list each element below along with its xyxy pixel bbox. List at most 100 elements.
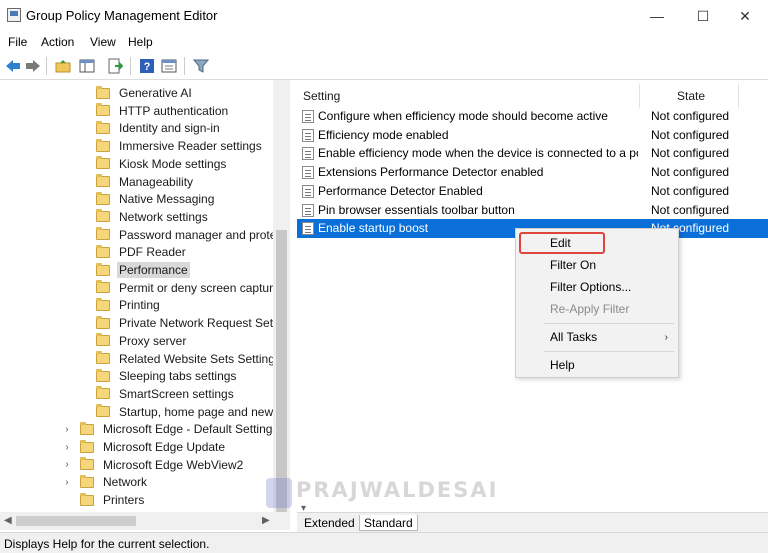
setting-row[interactable]: Pin browser essentials toolbar button Not…: [297, 201, 768, 220]
tree-item[interactable]: Permit or deny screen capture: [96, 279, 282, 297]
column-divider[interactable]: [639, 84, 640, 108]
tree-item[interactable]: PDF Reader: [96, 243, 188, 261]
policy-setting-icon: [302, 166, 314, 180]
tree-item[interactable]: Generative AI: [96, 84, 194, 102]
setting-state: Not configured: [651, 183, 730, 198]
tree-item-label: Microsoft Edge WebView2: [103, 457, 244, 472]
setting-row[interactable]: Configure when efficiency mode should be…: [297, 107, 768, 126]
show-hide-tree-icon[interactable]: [78, 57, 96, 75]
title-bar: Group Policy Management Editor — ☐ ✕: [0, 0, 768, 32]
tree-item-label: Microsoft Edge - Default Settings (: [103, 422, 286, 437]
scroll-left-icon[interactable]: ◀: [4, 515, 12, 526]
ctx-edit[interactable]: Edit: [516, 233, 678, 253]
context-menu: Edit Filter On Filter Options... Re-Appl…: [515, 228, 679, 378]
tree-item[interactable]: Related Website Sets Settings: [96, 350, 283, 368]
scroll-down-icon[interactable]: ▾: [301, 503, 306, 514]
toolbar: ?: [0, 52, 768, 80]
tree-horizontal-scroll-thumb[interactable]: [16, 516, 136, 526]
policy-setting-icon: [302, 203, 314, 217]
export-list-icon[interactable]: [106, 57, 124, 75]
tree-item[interactable]: Identity and sign-in: [96, 119, 222, 137]
expand-chevron-icon[interactable]: ›: [62, 459, 72, 470]
filter-icon[interactable]: [192, 57, 210, 75]
status-bar: Displays Help for the current selection.: [0, 532, 768, 553]
tree-item[interactable]: Performance: [96, 261, 190, 279]
ctx-help[interactable]: Help: [516, 355, 678, 375]
ctx-filter-options[interactable]: Filter Options...: [516, 277, 678, 297]
menu-view[interactable]: View: [90, 35, 116, 49]
tree-item-label: PDF Reader: [119, 245, 186, 260]
folder-icon: [96, 227, 110, 241]
folder-icon: [96, 120, 110, 134]
tree-item[interactable]: Proxy server: [96, 332, 188, 350]
watermark-text: PRAJWALDESAI: [296, 478, 499, 502]
scroll-right-icon[interactable]: ▶: [262, 515, 270, 526]
column-header-setting[interactable]: Setting: [303, 84, 340, 108]
tree-item[interactable]: › Microsoft Edge - Default Settings (: [62, 420, 288, 438]
expand-chevron-icon[interactable]: ›: [62, 477, 72, 488]
tree-item[interactable]: HTTP authentication: [96, 102, 230, 120]
menu-help[interactable]: Help: [128, 35, 153, 49]
folder-icon: [96, 85, 110, 99]
tree-item[interactable]: Native Messaging: [96, 190, 216, 208]
tree-item[interactable]: Private Network Request Settin: [96, 314, 288, 332]
policy-setting-icon: [302, 184, 314, 198]
policy-setting-icon: [302, 147, 314, 161]
folder-icon: [96, 209, 110, 223]
tree-item-label: Native Messaging: [119, 192, 215, 207]
maximize-button[interactable]: ☐: [680, 0, 726, 32]
tree-item[interactable]: › Network: [62, 473, 149, 491]
setting-row[interactable]: Efficiency mode enabled Not configured: [297, 126, 768, 145]
tree-item-label: Related Website Sets Settings: [119, 351, 281, 366]
tree-item[interactable]: Password manager and protect: [96, 226, 288, 244]
tree-item-label: HTTP authentication: [119, 103, 229, 118]
menu-file[interactable]: File: [8, 35, 27, 49]
up-folder-icon[interactable]: [54, 57, 72, 75]
folder-icon: [96, 103, 110, 117]
forward-icon[interactable]: [24, 57, 42, 75]
folder-icon: [96, 244, 110, 258]
setting-name: Performance Detector Enabled: [318, 183, 483, 198]
tree-item[interactable]: Network settings: [96, 208, 210, 226]
setting-state: Not configured: [651, 109, 730, 123]
column-divider[interactable]: [738, 84, 739, 108]
expand-chevron-icon[interactable]: ›: [62, 424, 72, 435]
tree-item[interactable]: Sleeping tabs settings: [96, 367, 238, 385]
folder-icon: [96, 297, 110, 311]
tree-item-label: Kiosk Mode settings: [119, 156, 227, 171]
setting-row[interactable]: Performance Detector Enabled Not configur…: [297, 182, 768, 201]
minimize-button[interactable]: —: [634, 0, 680, 32]
setting-row[interactable]: Extensions Performance Detector enabled N…: [297, 163, 768, 182]
tree-vertical-scrollbar[interactable]: [273, 80, 290, 515]
folder-icon: [96, 351, 110, 364]
expand-chevron-icon[interactable]: ›: [62, 442, 72, 453]
tree-item[interactable]: Printers: [62, 491, 146, 509]
tree-item[interactable]: Startup, home page and new ta: [96, 403, 288, 421]
tree-item[interactable]: Manageability: [96, 173, 195, 191]
close-button[interactable]: ✕: [722, 0, 768, 32]
column-header-state[interactable]: State: [677, 84, 705, 108]
tab-extended[interactable]: Extended: [300, 515, 359, 531]
tab-standard[interactable]: Standard: [359, 515, 418, 531]
tree-item[interactable]: › Microsoft Edge WebView2: [62, 456, 245, 474]
menu-action[interactable]: Action: [41, 35, 74, 49]
folder-icon: [80, 457, 94, 471]
properties-icon[interactable]: [160, 57, 178, 75]
tree-item[interactable]: › Microsoft Edge Update: [62, 438, 227, 456]
back-icon[interactable]: [4, 57, 22, 75]
tree-item[interactable]: Printing: [96, 296, 162, 314]
tree-vertical-scroll-thumb[interactable]: [276, 230, 287, 515]
folder-icon: [96, 191, 110, 205]
ctx-filter-on[interactable]: Filter On: [516, 255, 678, 275]
tree-item-label: Private Network Request Settin: [119, 316, 286, 331]
help-icon[interactable]: ?: [138, 57, 156, 75]
tree-item[interactable]: Immersive Reader settings: [96, 137, 264, 155]
tree-item-label: Permit or deny screen capture: [119, 280, 280, 295]
setting-state: Not configured: [651, 146, 730, 161]
tree-horizontal-scrollbar[interactable]: ◀ ▶: [0, 512, 290, 530]
ctx-all-tasks[interactable]: All Tasks ›: [516, 327, 678, 347]
tree-item[interactable]: SmartScreen settings: [96, 385, 236, 403]
tree-item-label: Immersive Reader settings: [119, 139, 262, 154]
tree-item[interactable]: Kiosk Mode settings: [96, 155, 228, 173]
setting-row[interactable]: Enable efficiency mode when the device i…: [297, 144, 768, 163]
